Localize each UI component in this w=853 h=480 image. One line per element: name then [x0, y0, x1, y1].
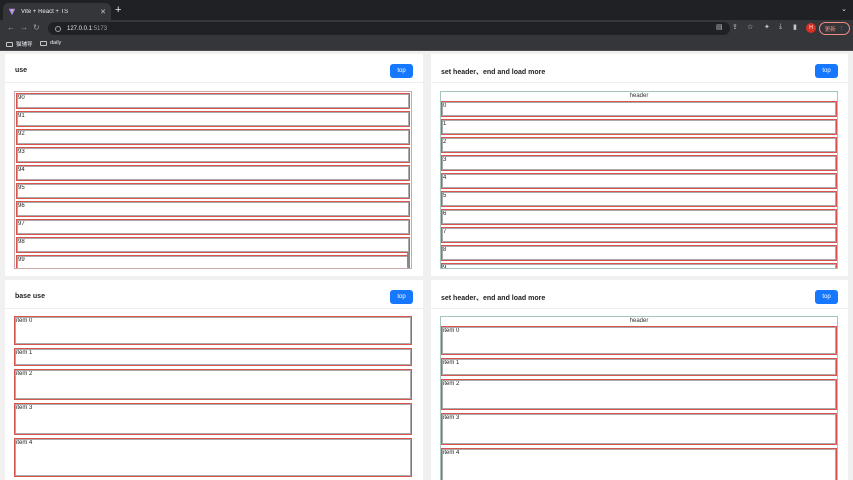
panel-title: base use	[15, 293, 45, 300]
url-port: :5173	[92, 25, 108, 32]
list-item: item 0	[14, 316, 412, 345]
list-item: 92	[16, 129, 410, 145]
virtual-list[interactable]: item 0item 1item 2item 3item 4item 5	[14, 315, 412, 480]
list-item: 7	[441, 227, 837, 243]
list-item: 94	[16, 165, 410, 181]
tab-strip: Vite + React + TS ✕ + ⌄	[0, 0, 853, 20]
forward-icon[interactable]: →	[20, 23, 28, 33]
bookmark-folder-0[interactable]: 猫辅导	[6, 40, 33, 48]
list-item: 96	[16, 201, 410, 217]
list-item: 97	[16, 219, 410, 235]
bookmark-label: 猫辅导	[16, 42, 33, 48]
list-item: 6	[441, 209, 837, 225]
update-button[interactable]: 更新 ⋮	[819, 22, 850, 35]
list-item: 0	[441, 101, 837, 117]
list-item: 93	[16, 147, 410, 163]
list-item: 98	[16, 237, 410, 253]
vite-icon	[8, 8, 16, 15]
list-item: item 2	[441, 379, 837, 410]
tab-search-chevron-icon[interactable]: ⌄	[841, 5, 847, 13]
scrollbar-thumb[interactable]	[407, 252, 410, 268]
top-button[interactable]: top	[390, 290, 413, 304]
list-item: 9	[441, 263, 837, 268]
reload-icon[interactable]: ↻	[33, 23, 40, 33]
tab-title: Vite + React + TS	[21, 8, 69, 15]
top-button[interactable]: top	[815, 290, 838, 304]
translate-icon[interactable]: ▤	[716, 23, 723, 31]
panel-title: set header、end and load more	[441, 69, 546, 76]
new-tab-icon[interactable]: +	[115, 4, 121, 16]
list-item: 95	[16, 183, 410, 199]
list-item: 4	[441, 173, 837, 189]
folder-icon	[40, 40, 47, 46]
panel-header-end-top: set header、end and load more top header …	[431, 54, 848, 276]
list-header: header	[629, 318, 649, 324]
panel-base-use: base use top item 0 item 1 item 2 item 3 ite…	[5, 280, 423, 480]
bookmark-label: daily	[50, 40, 62, 46]
download-icon[interactable]: ⤓	[779, 23, 782, 31]
top-button[interactable]: top	[815, 64, 838, 78]
list-item: 1	[441, 119, 837, 135]
list-item: item 4	[441, 448, 837, 480]
more-menu-icon: ⋮	[838, 25, 845, 32]
list-item: item 0	[441, 326, 837, 355]
side-panel-icon[interactable]: ▮	[793, 23, 797, 31]
share-icon[interactable]: ⇪	[732, 23, 738, 31]
back-icon[interactable]: ←	[7, 23, 15, 33]
list-item: 3	[441, 155, 837, 171]
update-label: 更新	[824, 26, 836, 33]
site-info-icon[interactable]	[55, 25, 61, 32]
profile-avatar[interactable]: H	[806, 23, 816, 33]
panel-header: set header、end and load more top	[431, 54, 848, 83]
url-host: 127.0.0.1	[67, 25, 93, 32]
list-item: item 3	[441, 413, 837, 445]
list-item: 5	[441, 191, 837, 207]
list-item: item 2	[14, 369, 412, 400]
tab-close-icon[interactable]: ✕	[100, 8, 106, 16]
list-item: 8	[441, 245, 837, 261]
bookmark-folder-1[interactable]: daily	[40, 40, 61, 46]
panel-use: use top 90 91 92 93 94 95 96 97 98 99	[5, 54, 423, 276]
panel-header-end-bottom: set header、end and load more top header …	[431, 280, 848, 480]
virtual-list[interactable]: header 0 1 2 3 4 5 6 7 8 9	[440, 91, 838, 269]
panel-title: use	[15, 67, 28, 74]
list-item: item 1	[14, 348, 412, 366]
folder-icon	[6, 41, 13, 47]
panel-title: set header、end and load more	[441, 295, 546, 302]
list-header: header	[629, 93, 649, 99]
bookmark-star-icon[interactable]: ☆	[747, 23, 753, 31]
virtual-list[interactable]: header item 0 item 1 item 2 item 3 item 4	[440, 316, 838, 480]
panel-header: set header、end and load more top	[431, 280, 848, 309]
list-item: 2	[441, 137, 837, 153]
page-content: use top 90 91 92 93 94 95 96 97 98 99 set header、…	[0, 51, 853, 480]
panel-header: use top	[5, 54, 423, 83]
list-item: item 4	[14, 438, 412, 477]
extensions-icon[interactable]: ✦	[764, 23, 770, 31]
list-item: item 1	[441, 358, 837, 376]
virtual-list[interactable]: 90 91 92 93 94 95 96 97 98 99	[14, 91, 412, 269]
top-button[interactable]: top	[390, 64, 413, 78]
browser-toolbar: ← → ↻ 127.0.0.1 :5173 ▤ ⇪ ☆ ✦ ⤓ ▮ H 更新 ⋮	[0, 20, 853, 37]
list-item: 99	[16, 255, 410, 268]
panel-header: base use top	[5, 280, 423, 309]
list-item: 90	[16, 93, 410, 109]
list-item: item 3	[14, 403, 412, 435]
browser-tab[interactable]: Vite + React + TS ✕	[3, 3, 111, 20]
address-bar[interactable]: 127.0.0.1 :5173	[48, 22, 730, 35]
list-item: 91	[16, 111, 410, 127]
bookmarks-bar: 猫辅导 daily	[0, 37, 853, 51]
